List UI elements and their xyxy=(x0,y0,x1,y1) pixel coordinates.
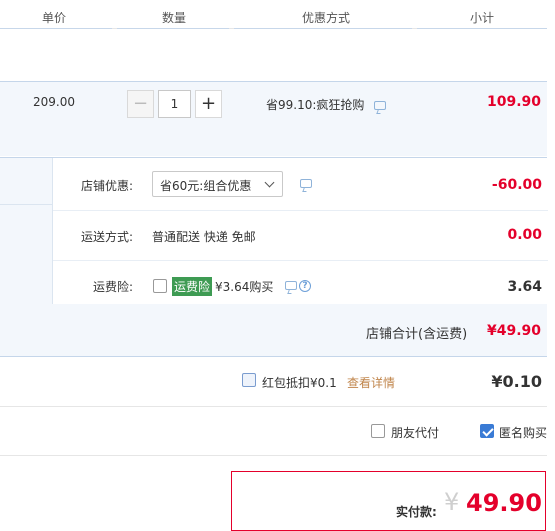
shop-summary: 店铺优惠: 省60元:组合优惠 -60.00 运送方式: 普通配送 快递 免邮 … xyxy=(0,157,548,357)
shop-total-value: ¥49.90 xyxy=(486,323,541,339)
anonymous-label: 匿名购买 xyxy=(499,426,548,440)
redpacket-details-link[interactable]: 查看详情 xyxy=(347,374,395,391)
redpacket-amount: ¥0.10 xyxy=(491,372,542,391)
divider xyxy=(0,406,547,407)
header-divider xyxy=(117,28,229,29)
payment-amount: 49.90 xyxy=(466,489,542,517)
shop-total-label: 店铺合计(含运费) xyxy=(366,327,468,342)
payment-currency: ¥ xyxy=(444,488,460,516)
shop-discount-label: 店铺优惠: xyxy=(80,179,133,193)
cart-item-row: 209.00 − 1 + 省99.10:疯狂抢购 109.90 xyxy=(0,81,547,156)
shop-discount-selected: 省60元:组合优惠 xyxy=(160,179,252,193)
friend-pay-checkbox[interactable] xyxy=(371,424,385,438)
header-divider xyxy=(417,28,547,29)
redpacket-checkbox[interactable] xyxy=(242,373,256,387)
shop-discount-select[interactable]: 省60元:组合优惠 xyxy=(152,171,283,197)
help-icon[interactable]: ? xyxy=(299,280,311,292)
item-promotion: 省99.10:疯狂抢购 xyxy=(266,98,365,112)
divider xyxy=(53,210,548,211)
message-icon[interactable] xyxy=(300,179,312,188)
message-icon[interactable] xyxy=(285,281,297,290)
payment-summary-box: 实付款: ¥ 49.90 xyxy=(231,471,546,531)
header-divider xyxy=(0,28,112,29)
shop-discount-amount: -60.00 xyxy=(491,177,542,193)
divider xyxy=(53,260,548,261)
header-quantity: 数量 xyxy=(162,11,187,25)
anonymous-checkbox[interactable] xyxy=(480,424,494,438)
quantity-plus-button[interactable]: + xyxy=(195,90,222,118)
header-subtotal: 小计 xyxy=(470,11,495,25)
header-unit-price: 单价 xyxy=(42,11,67,25)
insurance-checkbox[interactable] xyxy=(153,279,167,293)
insurance-offer: ¥3.64购买 xyxy=(215,280,274,294)
quantity-stepper[interactable]: − 1 + xyxy=(127,90,223,118)
payment-label: 实付款: xyxy=(396,505,437,519)
divider xyxy=(0,204,52,205)
quantity-minus-button[interactable]: − xyxy=(127,90,154,118)
shipping-amount: 0.00 xyxy=(507,227,542,243)
chevron-down-icon xyxy=(264,177,275,188)
insurance-amount: 3.64 xyxy=(507,279,542,295)
friend-pay-label: 朋友代付 xyxy=(391,426,440,440)
table-header: 单价 数量 优惠方式 小计 xyxy=(0,0,547,29)
redpacket-label: 红包抵扣¥0.1 xyxy=(262,376,337,390)
header-divider xyxy=(234,28,412,29)
header-discount: 优惠方式 xyxy=(302,11,351,25)
item-subtotal: 109.90 xyxy=(486,94,541,110)
insurance-label: 运费险: xyxy=(92,280,133,294)
shipping-label: 运送方式: xyxy=(80,230,133,244)
message-icon[interactable] xyxy=(374,101,386,110)
insurance-tag: 运费险 xyxy=(172,277,213,296)
divider xyxy=(0,455,547,456)
item-unit-price: 209.00 xyxy=(33,95,75,109)
shop-options-panel: 店铺优惠: 省60元:组合优惠 -60.00 运送方式: 普通配送 快递 免邮 … xyxy=(52,158,548,304)
shipping-method: 普通配送 快递 免邮 xyxy=(152,230,256,244)
quantity-input[interactable]: 1 xyxy=(158,90,191,118)
